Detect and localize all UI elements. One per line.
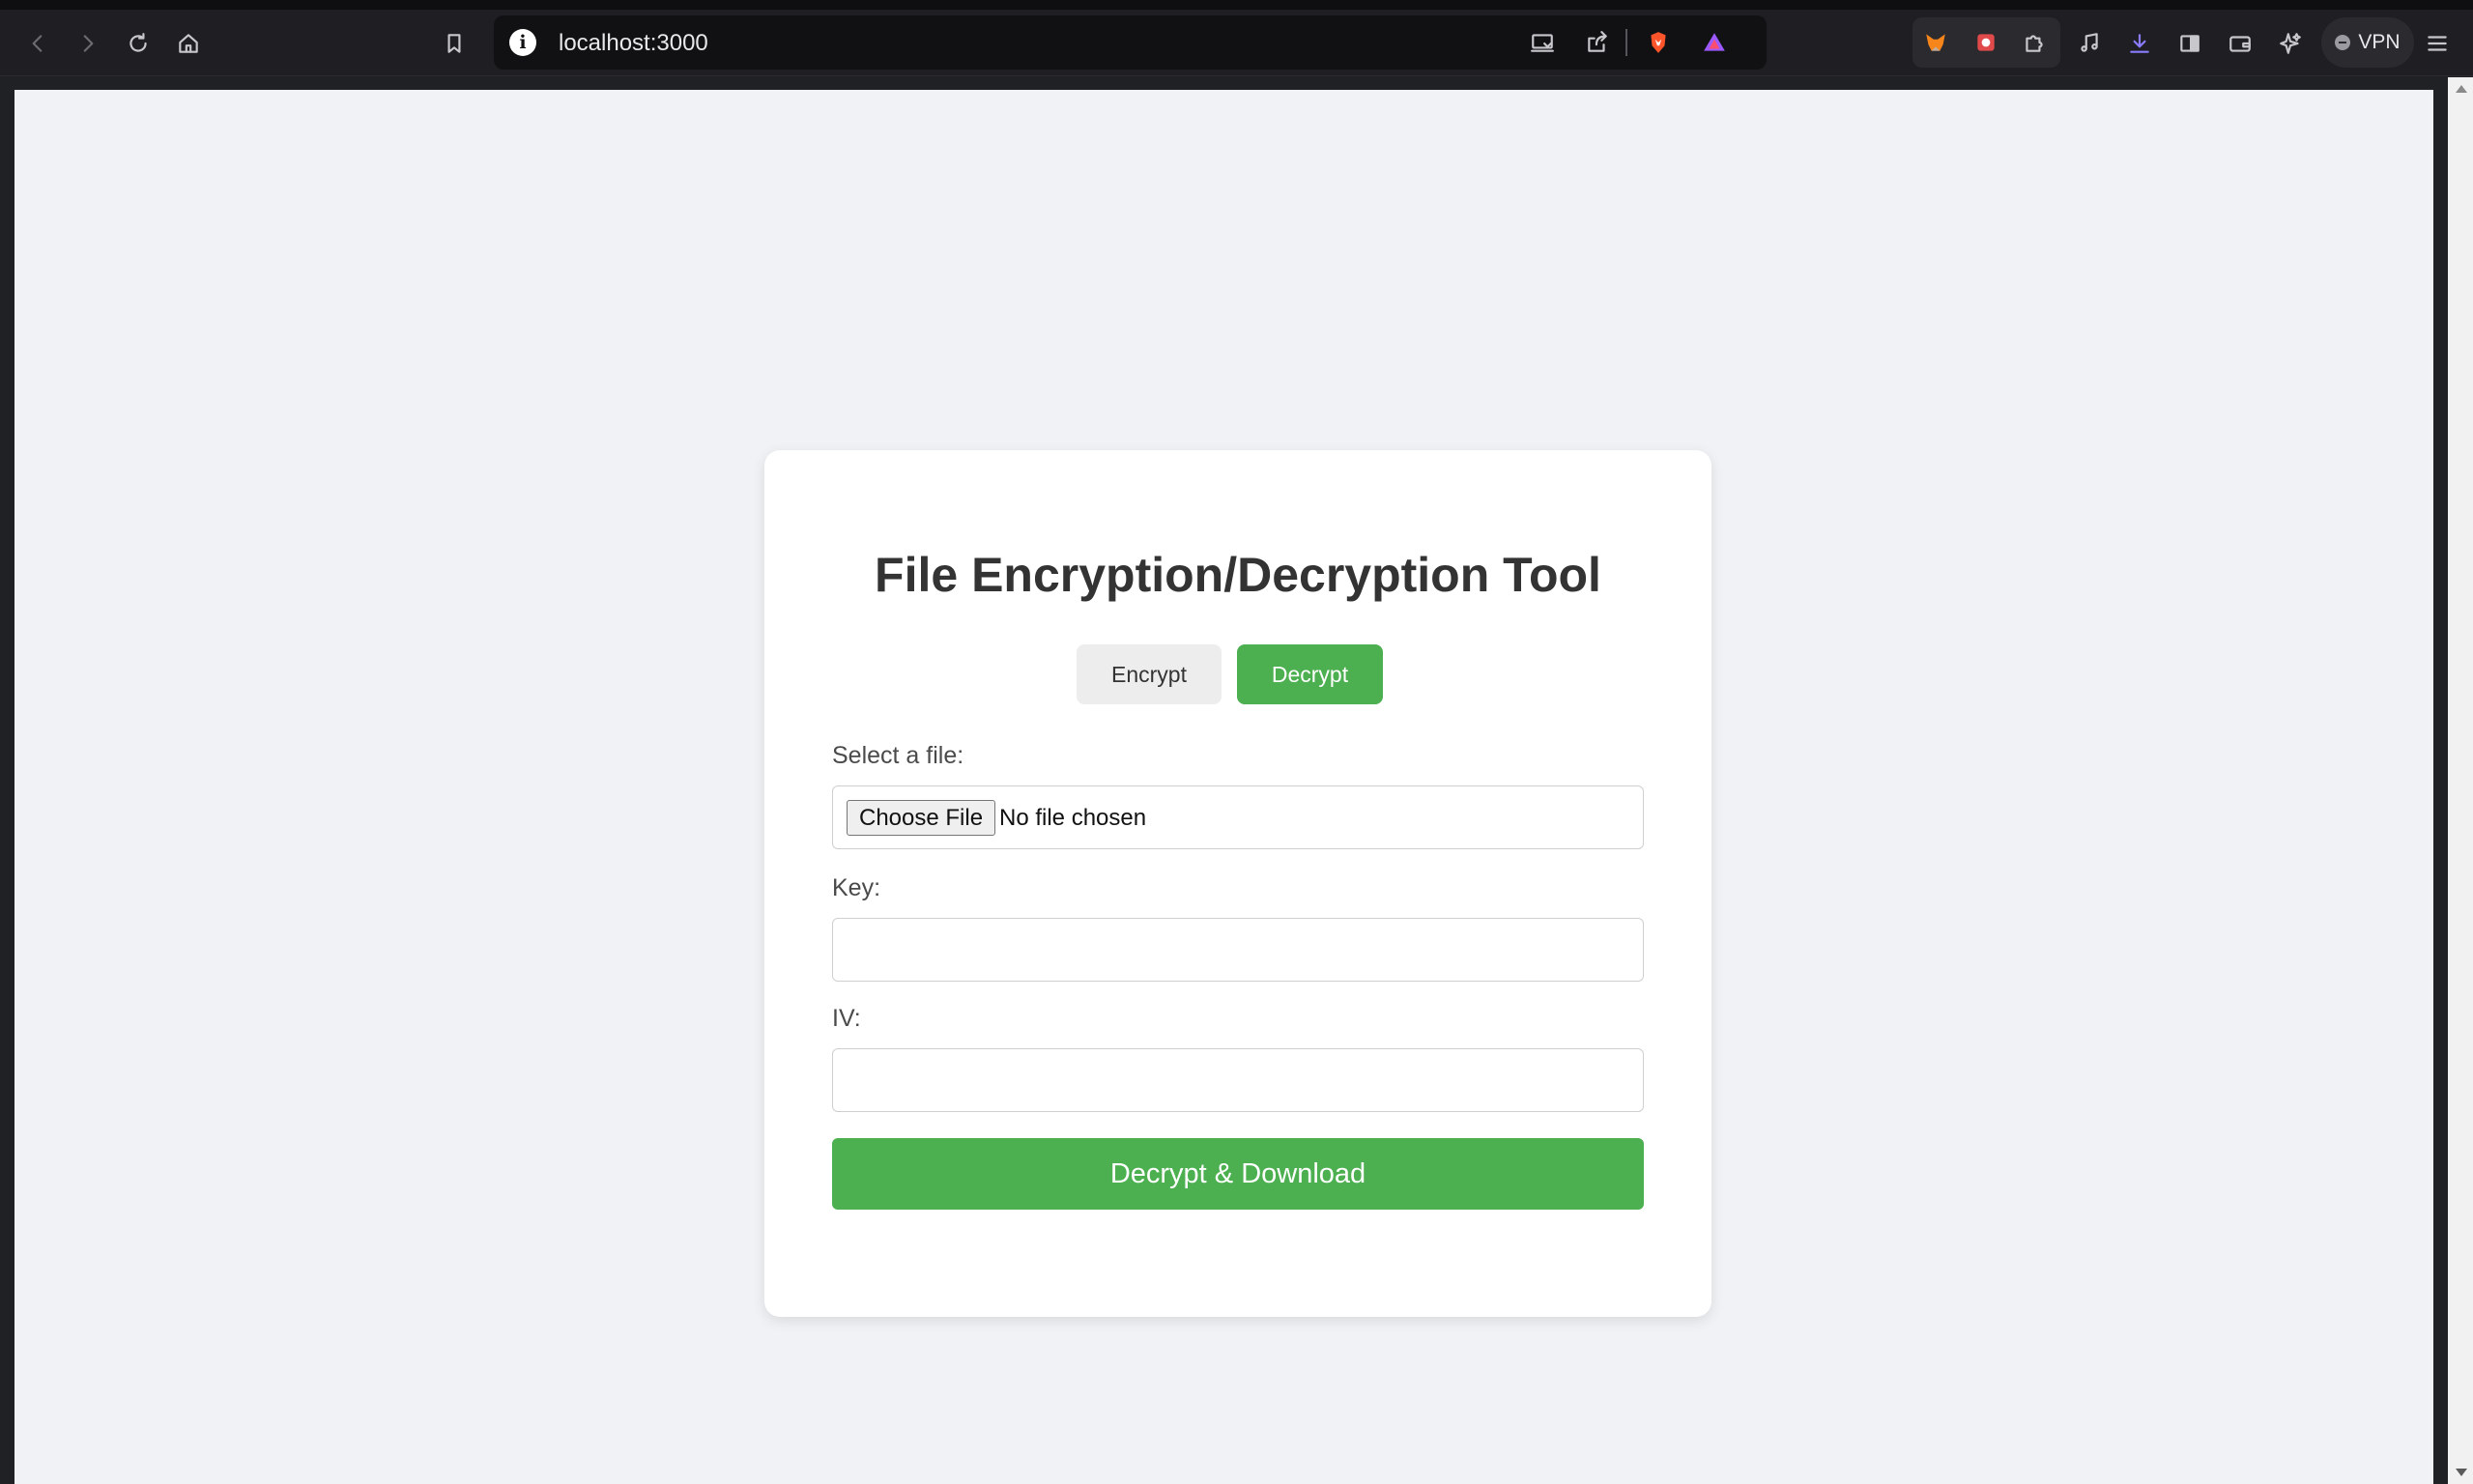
file-status-text: No file chosen (999, 805, 1147, 831)
vpn-button[interactable]: VPN (2321, 17, 2414, 68)
leo-ai-icon[interactable] (2273, 26, 2308, 61)
choose-file-button[interactable]: Choose File (847, 800, 996, 836)
back-icon[interactable] (20, 26, 55, 61)
page-background: File Encryption/Decryption Tool Encrypt … (14, 90, 2433, 1484)
page-viewport: File Encryption/Decryption Tool Encrypt … (0, 77, 2473, 1484)
extension-red-icon[interactable] (1969, 25, 2003, 60)
brave-rewards-icon[interactable] (1697, 25, 1732, 60)
menu-icon[interactable] (2420, 26, 2455, 61)
sidebar-icon[interactable] (2172, 26, 2207, 61)
scroll-up-icon[interactable] (2456, 85, 2467, 93)
bookmark-icon[interactable] (437, 26, 472, 61)
forward-icon[interactable] (71, 26, 105, 61)
address-bar-divider (1625, 29, 1627, 56)
file-label: Select a file: (832, 742, 964, 769)
extensions-group (1912, 17, 2060, 68)
key-input[interactable] (832, 918, 1644, 982)
share-icon[interactable] (1580, 25, 1615, 60)
vpn-status-icon (2335, 35, 2351, 50)
file-input[interactable]: Choose File No file chosen (832, 785, 1644, 849)
key-label: Key: (832, 874, 881, 901)
wallet-icon[interactable] (2223, 26, 2257, 61)
decrypt-download-button[interactable]: Decrypt & Download (832, 1138, 1644, 1210)
iv-label: IV: (832, 1005, 861, 1032)
metamask-icon[interactable] (1918, 25, 1953, 60)
page-title: File Encryption/Decryption Tool (875, 548, 1601, 602)
vpn-label: VPN (2358, 31, 2401, 53)
extensions-puzzle-icon[interactable] (2017, 25, 2052, 60)
download-icon[interactable] (2122, 26, 2157, 61)
tool-card: File Encryption/Decryption Tool Encrypt … (764, 450, 1711, 1317)
home-icon[interactable] (171, 26, 206, 61)
window-top-strip (0, 0, 2473, 10)
scroll-down-icon[interactable] (2456, 1469, 2467, 1476)
iv-input[interactable] (832, 1048, 1644, 1112)
media-icon[interactable] (2072, 26, 2107, 61)
site-info-icon[interactable]: i (509, 29, 536, 56)
page-scrollbar[interactable] (2448, 77, 2473, 1484)
url-text[interactable]: localhost:3000 (559, 30, 708, 57)
encrypt-mode-button[interactable]: Encrypt (1077, 644, 1222, 704)
decrypt-mode-button[interactable]: Decrypt (1237, 644, 1383, 704)
browser-toolbar: i localhost:3000 VPN (0, 10, 2473, 76)
address-bar[interactable]: i localhost:3000 (494, 15, 1767, 70)
cast-icon[interactable] (1525, 25, 1560, 60)
reload-icon[interactable] (121, 26, 156, 61)
brave-shields-icon[interactable] (1641, 25, 1676, 60)
